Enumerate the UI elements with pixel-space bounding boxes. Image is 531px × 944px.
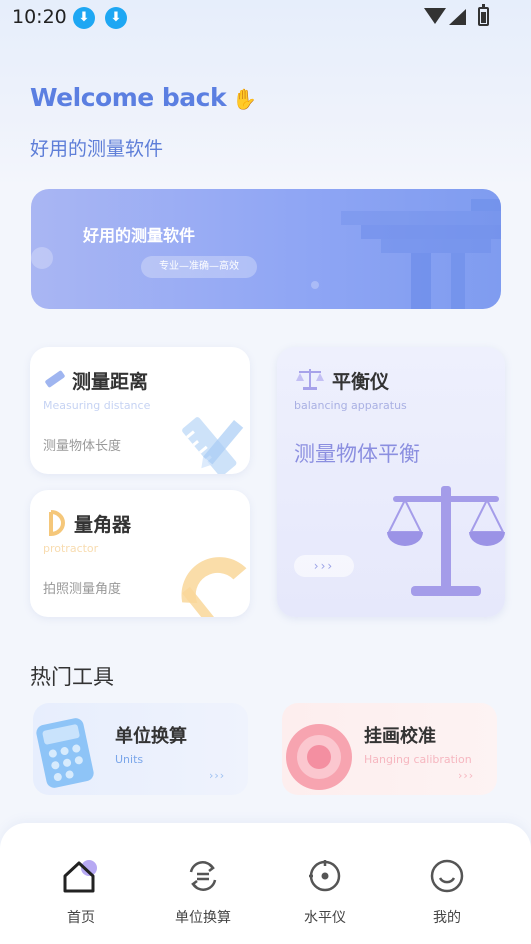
tab-label: 单位换算 (175, 910, 231, 926)
card-subtitle: Measuring distance (43, 399, 151, 412)
scale-icon (295, 367, 325, 395)
protractor-card[interactable]: 量角器 protractor 拍照测量角度 (30, 490, 250, 617)
card-subtitle: protractor (43, 542, 99, 555)
measure-distance-card[interactable]: 测量距离 Measuring distance 测量物体长度 (30, 347, 250, 474)
banner-tagline: 专业—准确—高效 (141, 256, 257, 278)
welcome-title: Welcome back ✋ (30, 83, 257, 112)
tab-label: 首页 (67, 910, 95, 926)
wifi-icon (424, 8, 446, 24)
card-subtitle: balancing apparatus (294, 399, 407, 412)
banner-decoration (311, 281, 319, 289)
tab-label: 我的 (433, 910, 461, 926)
app-subtitle: 好用的测量软件 (30, 138, 164, 160)
welcome-text: Welcome back (30, 83, 227, 112)
card-description: 测量物体长度 (43, 439, 122, 454)
balance-scale-illustration (385, 482, 505, 606)
tab-label: 水平仪 (304, 910, 346, 926)
waving-hand-icon: ✋ (232, 87, 257, 111)
balance-arrow-button[interactable]: ››› (294, 555, 354, 577)
bottom-tab-bar: 首页 单位换算 水平仪 我的 (0, 823, 531, 944)
download-notification-icon: ⬇ (105, 7, 127, 29)
target-icon (284, 722, 354, 795)
tool-arrow: ››› (458, 769, 475, 782)
tab-unit-conversion[interactable]: 单位换算 (137, 823, 269, 944)
card-title: 量角器 (74, 514, 132, 536)
card-description: 测量物体平衡 (294, 442, 420, 466)
card-title: 测量距离 (72, 371, 149, 393)
status-bar: 10:20 ⬇ ⬇ (0, 0, 531, 36)
banner-decoration (341, 211, 501, 225)
unit-conversion-card[interactable]: 单位换算 Units ››› (33, 703, 248, 795)
download-notification-icon: ⬇ (73, 7, 95, 29)
tab-home[interactable]: 首页 (15, 823, 147, 944)
tool-subtitle: Units (115, 753, 144, 766)
ruler-pencil-icon (180, 402, 250, 474)
tool-subtitle: Hanging calibration (364, 753, 472, 766)
banner-decoration (451, 253, 465, 309)
tool-title: 单位换算 (115, 726, 187, 747)
calculator-icon (33, 717, 97, 793)
tool-arrow: ››› (209, 769, 226, 782)
protractor-decoration-icon (176, 550, 250, 617)
convert-icon (185, 858, 221, 898)
profile-icon (429, 858, 465, 898)
tab-profile[interactable]: 我的 (381, 823, 513, 944)
card-title: 平衡仪 (332, 371, 390, 393)
status-time: 10:20 (12, 6, 67, 28)
hot-tools-title: 热门工具 (30, 665, 114, 689)
banner-decoration (361, 225, 501, 239)
tab-level[interactable]: 水平仪 (259, 823, 391, 944)
promo-banner[interactable]: 好用的测量软件 专业—准确—高效 (31, 189, 501, 309)
tool-title: 挂画校准 (364, 726, 436, 747)
banner-decoration (381, 239, 491, 253)
battery-icon (478, 4, 489, 26)
banner-title: 好用的测量软件 (83, 226, 196, 245)
protractor-icon (45, 510, 69, 540)
banner-decoration (411, 253, 431, 309)
ruler-icon (43, 367, 67, 395)
signal-icon (449, 9, 466, 25)
home-icon (61, 858, 101, 900)
balance-card[interactable]: 平衡仪 balancing apparatus 测量物体平衡 ››› (277, 347, 505, 617)
level-icon (307, 858, 343, 898)
banner-decoration (31, 247, 53, 269)
hanging-calibration-card[interactable]: 挂画校准 Hanging calibration ››› (282, 703, 497, 795)
banner-decoration (471, 199, 501, 211)
card-description: 拍照测量角度 (43, 582, 122, 597)
